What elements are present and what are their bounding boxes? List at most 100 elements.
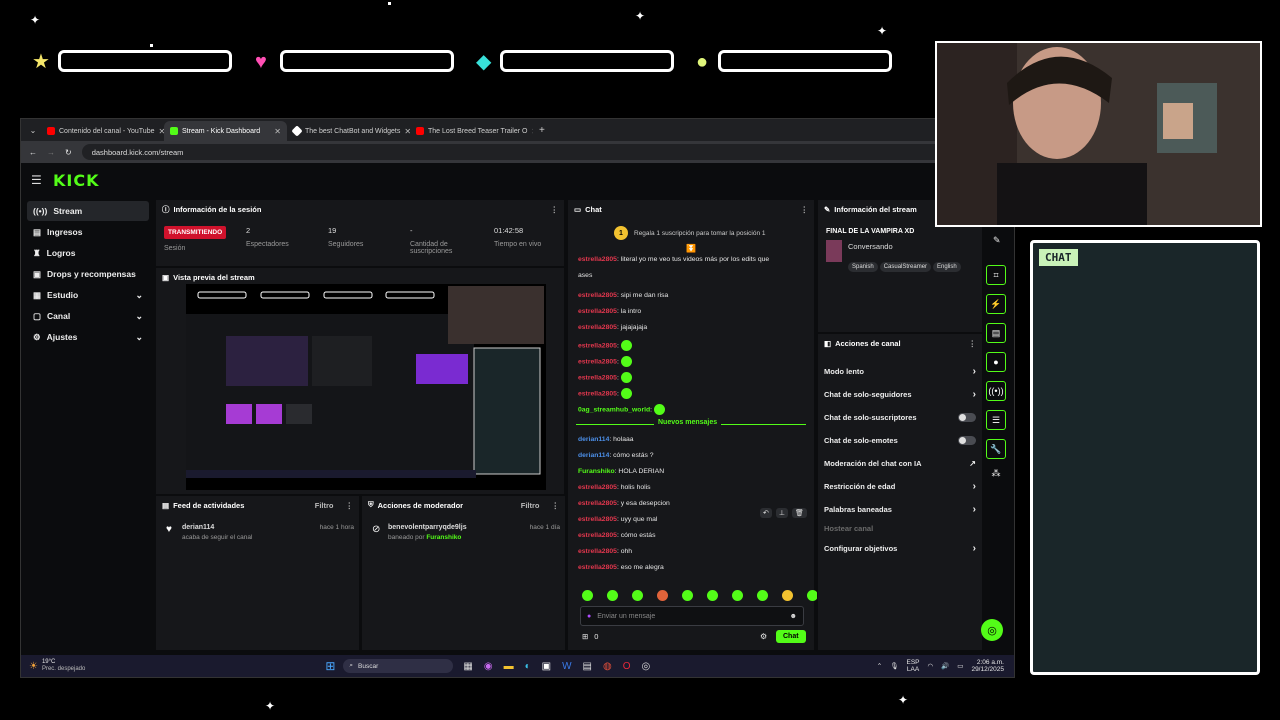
mic-icon[interactable]: 🎙 <box>890 662 898 670</box>
obs-icon[interactable]: ◎ <box>642 661 651 672</box>
more-icon[interactable]: ⋮ <box>346 501 354 510</box>
chat-settings-icon[interactable]: ⚙ <box>760 632 767 641</box>
file-explorer-icon[interactable]: ▦ <box>463 661 472 672</box>
emote-icon[interactable] <box>682 590 693 601</box>
browser-tab[interactable]: The best ChatBot and Widgets ✕ <box>287 121 410 141</box>
lightning-icon[interactable]: ⚡ <box>986 294 1006 314</box>
ai-moderation-item[interactable]: Moderación del chat con IA ↗ <box>824 454 976 472</box>
send-chat-button[interactable]: Chat <box>776 630 806 643</box>
forward-icon[interactable]: → <box>47 148 55 157</box>
word-icon[interactable]: W <box>562 661 571 672</box>
emotes-only-item[interactable]: Chat de solo-emotes <box>824 431 976 449</box>
slow-mode-item[interactable]: Modo lento › <box>824 362 976 380</box>
emote-icon[interactable] <box>657 590 668 601</box>
wifi-icon[interactable]: ◠ <box>928 662 934 670</box>
new-tab-icon[interactable]: + <box>539 125 545 136</box>
emote-icon[interactable] <box>782 590 793 601</box>
sidebar-item-canal[interactable]: ▢ Canal ⌄ <box>27 306 149 326</box>
chat-username[interactable]: derian114 <box>578 452 609 459</box>
chat-username[interactable]: estrella2805 <box>578 500 617 507</box>
more-icon[interactable]: ⋮ <box>552 501 560 510</box>
chat-username[interactable]: estrella2805 <box>578 374 617 381</box>
subscribers-only-toggle[interactable] <box>958 412 976 422</box>
emote-icon[interactable] <box>732 590 743 601</box>
opera-icon[interactable]: O <box>623 661 631 672</box>
browser-tab-active[interactable]: Stream - Kick Dashboard ✕ <box>164 121 287 141</box>
sidebar-item-ingresos[interactable]: ▤ Ingresos <box>27 222 149 242</box>
chat-username[interactable]: estrella2805 <box>578 324 617 331</box>
tab-menu-icon[interactable]: ⌄ <box>25 126 41 135</box>
chat-username[interactable]: estrella2805 <box>578 564 617 571</box>
edge-icon[interactable]: ◐ <box>525 661 531 672</box>
battery-icon[interactable]: ▭ <box>957 662 963 670</box>
wrench-icon[interactable]: 🔧 <box>986 439 1006 459</box>
emote-icon[interactable] <box>607 590 618 601</box>
followers-only-item[interactable]: Chat de solo-seguidores › <box>824 385 976 403</box>
app-icon[interactable]: ▤ <box>583 661 592 672</box>
sidebar-item-stream[interactable]: ((•)) Stream <box>27 201 149 221</box>
chat-input[interactable]: ● Enviar un mensaje ☻ <box>580 606 804 626</box>
message-icon[interactable]: ● <box>986 352 1006 372</box>
list-icon[interactable]: ☰ <box>986 410 1006 430</box>
folder-icon[interactable]: ▬ <box>504 661 514 672</box>
browser-tab[interactable]: The Lost Breed Teaser Trailer O✕ <box>410 121 533 141</box>
chat-username[interactable]: estrella2805 <box>578 256 617 263</box>
chrome-icon[interactable]: ◍ <box>603 661 612 672</box>
emote-icon[interactable] <box>582 590 593 601</box>
sidebar-item-estudio[interactable]: ▦ Estudio ⌄ <box>27 285 149 305</box>
filter-button[interactable]: Filtro <box>315 501 334 510</box>
chevron-up-icon[interactable]: ⌃ <box>877 662 882 670</box>
set-goals-item[interactable]: Configurar objetivos › <box>824 539 976 557</box>
back-icon[interactable]: ← <box>29 148 37 157</box>
sidebar-item-logros[interactable]: ♜ Logros <box>27 243 149 263</box>
more-icon[interactable]: ⋮ <box>551 205 559 214</box>
chat-username[interactable]: derian114 <box>578 436 609 443</box>
chat-username[interactable]: estrella2805 <box>578 342 617 349</box>
close-icon[interactable]: ✕ <box>274 127 281 136</box>
url-field[interactable]: dashboard.kick.com/stream <box>81 144 973 160</box>
windows-start-icon[interactable]: ⊞ <box>325 659 335 673</box>
hamburger-menu-icon[interactable]: ☰ <box>31 173 42 187</box>
chat-username[interactable]: estrella2805 <box>578 548 617 555</box>
chat-username[interactable]: Furanshiko <box>578 468 615 475</box>
chat-username[interactable]: estrella2805 <box>578 390 617 397</box>
scroll-down-icon[interactable]: ⏬ <box>686 244 696 253</box>
chat-username[interactable]: estrella2805 <box>578 308 617 315</box>
kick-logo[interactable]: KICK <box>53 171 100 190</box>
notes-icon[interactable]: ▤ <box>986 323 1006 343</box>
copilot-icon[interactable]: ◉ <box>484 661 493 672</box>
emoji-icon[interactable]: ☻ <box>790 613 797 620</box>
reload-icon[interactable]: ↻ <box>65 148 72 157</box>
emote-icon[interactable] <box>757 590 768 601</box>
gift-icon[interactable]: ⊞ <box>582 632 588 641</box>
taskbar-search[interactable]: ⌕ Buscar <box>343 659 454 673</box>
age-restriction-item[interactable]: Restricción de edad › <box>824 477 976 495</box>
subscribers-only-item[interactable]: Chat de solo-suscriptores <box>824 408 976 426</box>
filter-button[interactable]: Filtro <box>521 501 540 510</box>
stream-preview-video[interactable] <box>186 284 546 490</box>
sidebar-item-ajustes[interactable]: ⚙ Ajustes ⌄ <box>27 327 149 347</box>
reply-icon[interactable]: ↶ <box>760 508 772 518</box>
store-icon[interactable]: ▣ <box>542 661 551 672</box>
chat-username[interactable]: estrella2805 <box>578 292 617 299</box>
pencil-icon[interactable]: ✎ <box>993 235 1001 246</box>
clock[interactable]: 2:06 a.m. 29/12/2025 <box>971 659 1004 673</box>
more-icon[interactable]: ⋮ <box>801 205 809 214</box>
volume-icon[interactable]: 🔊 <box>941 662 949 670</box>
chat-username[interactable]: 0ag_streamhub_world <box>578 406 650 413</box>
chat-username[interactable]: estrella2805 <box>578 532 617 539</box>
chat-username[interactable]: estrella2805 <box>578 484 617 491</box>
share-icon[interactable]: ⁂ <box>986 468 1006 479</box>
language-indicator[interactable]: ESP LAA <box>907 659 920 673</box>
chat-username[interactable]: estrella2805 <box>578 516 617 523</box>
help-button[interactable]: ◎ <box>981 619 1003 641</box>
microphone-icon[interactable]: ● <box>587 613 591 620</box>
pin-icon[interactable]: ⊥ <box>775 508 788 518</box>
sub-gift-promo[interactable]: 1 Regala 1 suscripción para tomar la pos… <box>614 226 766 240</box>
banned-words-item[interactable]: Palabras baneadas › <box>824 500 976 518</box>
emote-icon[interactable] <box>707 590 718 601</box>
weather-widget[interactable]: 19°C Prec. despejado <box>42 659 85 672</box>
broadcast-icon[interactable]: ((•)) <box>986 381 1006 401</box>
browser-tab[interactable]: Contenido del canal - YouTube ✕ <box>41 121 164 141</box>
emote-icon[interactable] <box>632 590 643 601</box>
